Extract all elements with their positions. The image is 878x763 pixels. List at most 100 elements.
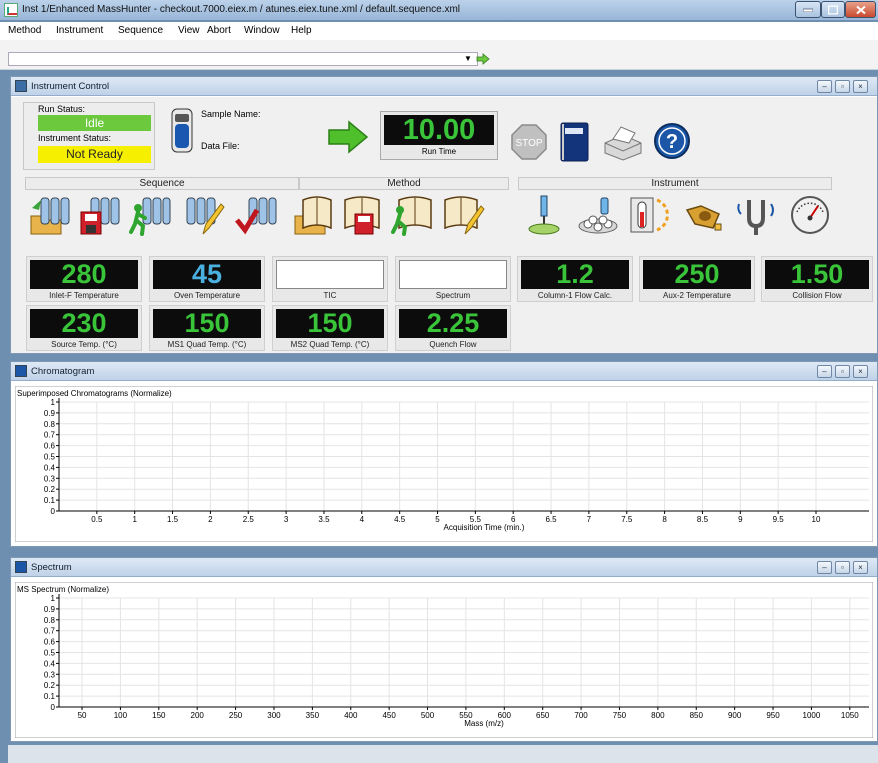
chromatogram-x-tick-label: 7 [587,515,592,524]
save-sequence-icon[interactable] [79,194,121,236]
spectrum-chart[interactable]: MS Spectrum (Normalize) 0 0.1 0.2 0.3 0.40.5 0… [15,582,873,738]
menu-window[interactable]: Window [244,25,280,36]
chromatogram-chart[interactable]: Superimposed Chromatograms (Normalize) 0 0… [15,386,873,542]
start-run-icon[interactable] [327,120,369,154]
command-combo[interactable] [8,52,478,66]
spectrum-y-tick-label: 0.3 [44,670,56,679]
run-status-badge: Idle [38,115,151,131]
minimize-button[interactable] [795,1,821,18]
chevron-down-icon[interactable]: ▼ [464,54,472,63]
chromatogram-x-tick-label: 3.5 [318,515,330,524]
instrument-control-titlebar: Instrument Control – ▫ × [11,77,877,96]
tile-value: 280 [30,260,138,289]
spectrum-icon [15,561,27,573]
chromatogram-y-tick-label: 0 [51,507,56,516]
spectrum-y-tick-label: 0.4 [44,659,56,668]
printer-icon[interactable] [601,123,645,161]
instrument-icon [15,80,27,92]
quench-flow-tile[interactable]: 2.25 Quench Flow [395,305,511,351]
ms1-quad-temp-tile[interactable]: 150 MS1 Quad Temp. (°C) [149,305,265,351]
tune-fork-icon[interactable] [735,194,777,236]
run-method-icon[interactable] [391,194,433,236]
spectrum-x-tick-label: 350 [306,711,320,720]
restore-button[interactable]: ▫ [835,80,850,93]
minimize-button[interactable]: – [817,365,832,378]
chromatogram-x-tick-label: 1 [132,515,137,524]
notebook-icon[interactable] [558,122,590,162]
minimize-button[interactable]: – [817,80,832,93]
maximize-button[interactable] [821,1,845,18]
source-temp-tile[interactable]: 230 Source Temp. (°C) [26,305,142,351]
spectrum-x-tick-label: 100 [114,711,128,720]
oven-temperature-tile[interactable]: 45 Oven Temperature [149,256,265,302]
spectrum-x-tick-label: 800 [651,711,665,720]
restore-button[interactable]: ▫ [835,365,850,378]
close-button[interactable]: × [853,561,868,574]
stop-label: STOP [515,138,542,149]
gc-oven-icon[interactable] [629,194,671,236]
injector-icon[interactable] [525,194,567,236]
column-1-flow-tile[interactable]: 1.2 Column-1 Flow Calc. [517,256,633,302]
edit-method-icon[interactable] [443,194,485,236]
run-status-label: Run Status: [38,104,86,114]
restore-button[interactable]: ▫ [835,561,850,574]
spectrum-x-tick-label: 950 [766,711,780,720]
tile-label: Aux-2 Temperature [663,291,731,300]
check-sequence-icon[interactable] [235,194,277,236]
tile-value: 150 [276,309,384,338]
tile-label: Quench Flow [429,340,477,349]
save-method-icon[interactable] [341,194,383,236]
spectrum-x-tick-label: 300 [267,711,281,720]
spectrum-x-tick-label: 850 [690,711,704,720]
run-sequence-icon[interactable] [129,194,171,236]
inlet-f-temperature-tile[interactable]: 280 Inlet-F Temperature [26,256,142,302]
spectrum-y-tick-label: 0.2 [44,681,56,690]
load-method-icon[interactable] [291,194,333,236]
app-icon [4,3,18,17]
tile-label: Oven Temperature [173,291,241,300]
load-sequence-icon[interactable] [29,194,71,236]
chromatogram-y-tick-label: 0.3 [44,474,56,483]
method-group-header: Method [299,177,509,190]
tile-value: 1.2 [521,260,629,289]
spectrum-x-tick-label: 1000 [803,711,821,720]
tile-value: 230 [30,309,138,338]
tile-value: 150 [153,309,261,338]
tile-label: Collision Flow [792,291,842,300]
vacuum-gauge-icon[interactable] [789,194,831,236]
menu-method[interactable]: Method [8,25,41,36]
menu-help[interactable]: Help [291,25,312,36]
help-icon[interactable]: ? [653,122,691,160]
aux-2-temperature-tile[interactable]: 250 Aux-2 Temperature [639,256,755,302]
ion-source-icon[interactable] [683,194,725,236]
chromatogram-window: Chromatogram – ▫ × Superimposed Chromato… [10,361,878,547]
menu-instrument[interactable]: Instrument [56,25,103,36]
spectrum-y-tick-label: 0.6 [44,638,56,647]
ms2-quad-temp-tile[interactable]: 150 MS2 Quad Temp. (°C) [272,305,388,351]
menu-sequence[interactable]: Sequence [118,25,163,36]
chromatogram-y-tick-label: 0.4 [44,463,56,472]
minimize-button[interactable]: – [817,561,832,574]
close-button[interactable]: × [853,365,868,378]
collision-flow-tile[interactable]: 1.50 Collision Flow [761,256,873,302]
sequence-group-header: Sequence [25,177,299,190]
chromatogram-x-tick-label: 10 [812,515,821,524]
stop-icon[interactable]: STOP [511,124,547,160]
edit-sequence-icon[interactable] [183,194,225,236]
spectrum-x-tick-label: 650 [536,711,550,720]
spectrum-chart-title: MS Spectrum (Normalize) [17,585,109,594]
close-button[interactable] [845,1,876,18]
tile-value: 250 [643,260,751,289]
spectrum-tile[interactable]: Spectrum [395,256,511,302]
spectrum-y-tick-label: 0.5 [44,649,56,658]
spectrum-y-tick-label: 0.9 [44,605,56,614]
go-arrow-icon[interactable] [476,53,490,65]
autosampler-tray-icon[interactable] [577,194,619,236]
chromatogram-y-tick-label: 0.1 [44,496,56,505]
menu-abort[interactable]: Abort [207,25,231,36]
menu-view[interactable]: View [178,25,200,36]
tic-tile[interactable]: TIC [272,256,388,302]
spectrum-y-tick-label: 1 [51,594,56,603]
close-button[interactable]: × [853,80,868,93]
spectrum-x-tick-label: 250 [229,711,243,720]
